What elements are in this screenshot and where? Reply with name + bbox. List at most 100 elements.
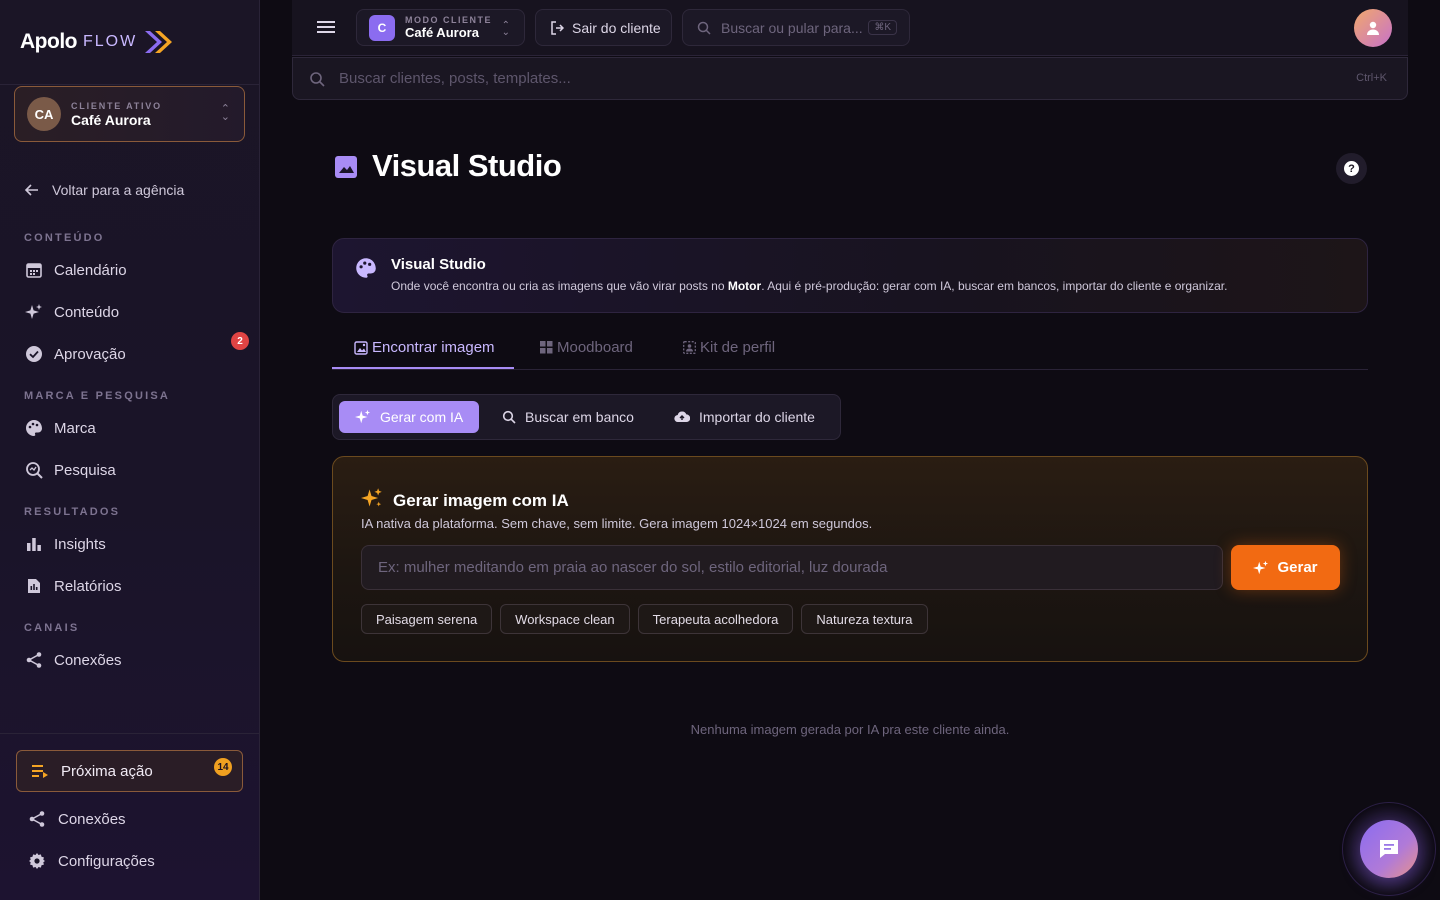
- global-search-placeholder: Buscar clientes, posts, templates...: [339, 70, 571, 87]
- client-avatar: CA: [27, 97, 61, 131]
- quick-search-shortcut: ⌘K: [868, 20, 897, 35]
- info-description: Onde você encontra ou cria as imagens qu…: [391, 279, 1227, 293]
- segment-gerar-com-ia[interactable]: Gerar com IA: [339, 401, 480, 433]
- sidebar-item-label: Conteúdo: [54, 303, 120, 321]
- sidebar-item-marca[interactable]: Marca: [24, 416, 96, 440]
- bottom-item-label: Conexões: [58, 810, 126, 828]
- brand-sub: FLOW: [82, 33, 138, 50]
- logo-chevrons-icon: [143, 29, 175, 55]
- sidebar-bottom-configuracoes[interactable]: Configurações: [28, 852, 155, 870]
- source-segmented-control: Gerar com IA Buscar em banco Importar do…: [332, 394, 841, 440]
- mode-eyebrow: MODO CLIENTE: [405, 15, 492, 25]
- exit-client-button[interactable]: Sair do cliente: [535, 9, 672, 46]
- check-circle-icon: [24, 344, 44, 364]
- section-label-resultados: RESULTADOS: [24, 506, 121, 518]
- suggestion-chip[interactable]: Paisagem serena: [361, 604, 493, 634]
- generate-button[interactable]: Gerar: [1231, 545, 1340, 590]
- empty-state-message: Nenhuma imagem gerada por IA pra este cl…: [690, 722, 1010, 737]
- segment-label: Buscar em banco: [525, 409, 634, 425]
- image-search-icon: [354, 340, 368, 355]
- tab-bar: Encontrar imagem Moodboard Kit de perfil: [332, 330, 1368, 370]
- help-button[interactable]: ?: [1336, 153, 1367, 184]
- suggestion-chip[interactable]: Workspace clean: [500, 604, 630, 634]
- tab-kit-de-perfil[interactable]: Kit de perfil: [683, 339, 775, 356]
- sidebar-item-conteudo[interactable]: Conteúdo: [24, 300, 119, 324]
- tab-label: Encontrar imagem: [372, 339, 495, 356]
- section-label-conteudo: CONTEÚDO: [24, 232, 105, 244]
- global-search-input[interactable]: Buscar clientes, posts, templates... Ctr…: [292, 57, 1408, 100]
- sidebar-bottom-conexoes[interactable]: Conexões: [28, 810, 126, 828]
- logo[interactable]: Apolo FLOW: [0, 0, 259, 85]
- menu-icon[interactable]: [316, 18, 336, 41]
- segment-importar-do-cliente[interactable]: Importar do cliente: [658, 401, 831, 433]
- quick-search-input[interactable]: Buscar ou pular para... ⌘K: [682, 9, 910, 46]
- approval-count-badge: 2: [231, 332, 249, 350]
- active-client-selector[interactable]: CA CLIENTE ATIVO Café Aurora ⌃ ⌄: [14, 86, 245, 142]
- share-icon: [24, 650, 44, 670]
- active-tab-indicator: [332, 367, 514, 369]
- user-icon: [1367, 21, 1379, 35]
- palette-icon: [24, 418, 44, 438]
- calendar-icon: [24, 260, 44, 280]
- segment-buscar-em-banco[interactable]: Buscar em banco: [486, 401, 650, 433]
- sparkles-icon: [361, 487, 383, 514]
- report-icon: [24, 576, 44, 596]
- sidebar-item-label: Marca: [54, 419, 96, 437]
- grid-icon: [540, 341, 553, 354]
- generator-subtitle: IA nativa da plataforma. Sem chave, sem …: [361, 516, 873, 531]
- exit-label: Sair do cliente: [572, 19, 661, 36]
- info-title: Visual Studio: [391, 256, 486, 273]
- chat-icon: [1380, 840, 1398, 858]
- sidebar-item-aprovacao[interactable]: Aprovação: [24, 342, 126, 366]
- generator-title: Gerar imagem com IA: [393, 490, 569, 510]
- playlist-icon: [31, 763, 49, 779]
- bottom-item-label: Configurações: [58, 852, 155, 870]
- client-eyebrow: CLIENTE ATIVO: [71, 100, 162, 111]
- back-label: Voltar para a agência: [52, 182, 185, 198]
- info-card: Visual Studio Onde você encontra ou cria…: [332, 238, 1368, 313]
- arrow-left-icon: [24, 184, 38, 196]
- sidebar-item-label: Relatórios: [54, 577, 122, 595]
- ai-generator-card: Gerar imagem com IA IA nativa da platafo…: [332, 456, 1368, 662]
- profile-frame-icon: [683, 341, 696, 354]
- share-icon: [28, 810, 46, 828]
- prompt-input[interactable]: [361, 545, 1223, 590]
- next-action-label: Próxima ação: [61, 762, 153, 780]
- help-icon: ?: [1344, 161, 1359, 176]
- sidebar-item-relatorios[interactable]: Relatórios: [24, 574, 122, 598]
- next-action-badge: 14: [214, 758, 232, 776]
- sidebar-item-label: Calendário: [54, 261, 127, 279]
- section-label-canais: CANAIS: [24, 622, 80, 634]
- suggestion-chip[interactable]: Terapeuta acolhedora: [637, 604, 794, 634]
- back-to-agency-link[interactable]: Voltar para a agência: [24, 182, 184, 198]
- page-header: Visual Studio: [334, 148, 562, 184]
- sidebar-item-conexoes[interactable]: Conexões: [24, 648, 122, 672]
- user-avatar[interactable]: [1354, 9, 1392, 47]
- info-desc-bold: Motor: [727, 279, 762, 293]
- suggestion-chip[interactable]: Natureza textura: [801, 604, 928, 634]
- client-mode-selector[interactable]: C MODO CLIENTE Café Aurora ⌃ ⌄: [356, 9, 525, 46]
- sidebar-item-label: Insights: [54, 535, 106, 553]
- chat-button[interactable]: [1360, 820, 1418, 878]
- sparkle-icon: [24, 302, 44, 322]
- cloud-upload-icon: [674, 410, 690, 424]
- sidebar-item-pesquisa[interactable]: Pesquisa: [24, 458, 116, 482]
- logout-icon: [551, 20, 564, 35]
- tab-label: Moodboard: [557, 339, 633, 356]
- search-icon: [697, 21, 711, 35]
- global-search-shortcut: Ctrl+K: [1356, 72, 1387, 84]
- brand-name: Apolo: [20, 30, 77, 53]
- updown-chevron-icon: ⌃ ⌄: [501, 20, 510, 38]
- next-action-button[interactable]: Próxima ação: [16, 750, 243, 792]
- sparkle-icon: [355, 409, 371, 425]
- tab-moodboard[interactable]: Moodboard: [540, 339, 633, 356]
- prompt-suggestions: Paisagem serena Workspace clean Terapeut…: [361, 604, 936, 634]
- sidebar-item-insights[interactable]: Insights: [24, 532, 106, 556]
- page-title: Visual Studio: [372, 147, 562, 183]
- section-label-marca: MARCA E PESQUISA: [24, 390, 171, 402]
- segment-label: Importar do cliente: [699, 409, 815, 425]
- sidebar-item-label: Pesquisa: [54, 461, 116, 479]
- tab-encontrar-imagem[interactable]: Encontrar imagem: [354, 339, 495, 356]
- generate-label: Gerar: [1277, 559, 1318, 576]
- sidebar-item-calendario[interactable]: Calendário: [24, 258, 127, 282]
